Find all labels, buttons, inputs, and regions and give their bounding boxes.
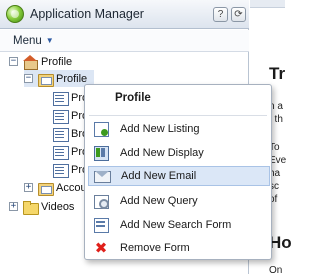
tree-node-videos[interactable]: + Videos bbox=[9, 198, 74, 215]
context-menu-divider bbox=[89, 115, 267, 116]
menu-bar: Menu ▼ bbox=[0, 30, 249, 52]
tree-node-accounts[interactable]: + Accou bbox=[24, 179, 87, 196]
tree-node-root-profile[interactable]: − Profile bbox=[9, 53, 72, 70]
tree-node-child[interactable]: Bro bbox=[52, 125, 88, 142]
menu-item-add-new-email[interactable]: Add New Email bbox=[88, 166, 270, 186]
tree-node-child[interactable]: Pro bbox=[52, 161, 88, 178]
menu-item-label: Remove Form bbox=[120, 242, 190, 254]
expand-toggle-icon[interactable]: + bbox=[9, 202, 18, 211]
listing-icon bbox=[52, 127, 69, 142]
content-heading: Ho bbox=[269, 233, 292, 252]
context-menu: Profile Add New Listing Add New Display … bbox=[84, 84, 272, 260]
app-title: Application Manager bbox=[30, 7, 144, 21]
listing-icon bbox=[52, 145, 69, 160]
collapse-toggle-icon[interactable]: − bbox=[24, 74, 33, 83]
menu-item-add-new-query[interactable]: Add New Query bbox=[88, 191, 270, 211]
help-button[interactable]: ? bbox=[213, 6, 228, 22]
menu-item-add-new-listing[interactable]: Add New Listing bbox=[88, 119, 270, 139]
panel-titlebar: Application Manager ? ⟳ bbox=[0, 0, 249, 29]
collapse-toggle-icon[interactable]: − bbox=[9, 57, 18, 66]
app-logo-icon bbox=[6, 5, 24, 23]
content-text: On bbox=[269, 265, 283, 276]
profile-form-icon bbox=[37, 72, 54, 87]
listing-icon bbox=[52, 163, 69, 178]
menu-item-add-new-search-form[interactable]: Add New Search Form bbox=[88, 215, 270, 235]
menu-button[interactable]: Menu bbox=[13, 35, 42, 47]
remove-icon: ✖ bbox=[94, 239, 108, 257]
email-icon bbox=[94, 168, 111, 184]
query-icon bbox=[93, 193, 109, 209]
menu-item-label: Add New Listing bbox=[120, 123, 200, 135]
context-menu-title: Profile bbox=[115, 92, 151, 104]
menu-item-label: Add New Display bbox=[120, 147, 204, 159]
search-form-icon bbox=[93, 217, 109, 233]
home-icon bbox=[22, 54, 38, 70]
content-heading: Tr bbox=[269, 64, 286, 83]
menu-item-label: Add New Search Form bbox=[120, 219, 232, 231]
menu-item-label: Add New Email bbox=[121, 170, 197, 182]
menu-item-remove-form[interactable]: ✖ Remove Form bbox=[88, 238, 270, 258]
tree-node-child[interactable]: Pro bbox=[52, 107, 88, 124]
tree-node-label: Accou bbox=[56, 181, 87, 194]
tree-node-label: Profile bbox=[56, 72, 88, 85]
listing-icon bbox=[52, 91, 69, 106]
folder-icon bbox=[22, 200, 39, 215]
tree-node-label: Videos bbox=[41, 200, 75, 213]
listing-icon bbox=[52, 109, 69, 124]
tree-node-child[interactable]: Pro bbox=[52, 143, 88, 160]
tree-node-label: Profile bbox=[41, 55, 73, 68]
chevron-down-icon[interactable]: ▼ bbox=[46, 36, 54, 45]
add-listing-icon bbox=[93, 121, 109, 137]
profile-form-icon bbox=[37, 181, 54, 196]
tree-node-child[interactable]: Pro bbox=[52, 89, 88, 106]
expand-toggle-icon[interactable]: + bbox=[24, 183, 33, 192]
menu-item-add-new-display[interactable]: Add New Display bbox=[88, 143, 270, 163]
refresh-button[interactable]: ⟳ bbox=[231, 6, 246, 22]
content-top-bar bbox=[250, 0, 285, 8]
menu-item-label: Add New Query bbox=[120, 195, 198, 207]
display-icon bbox=[93, 145, 109, 161]
